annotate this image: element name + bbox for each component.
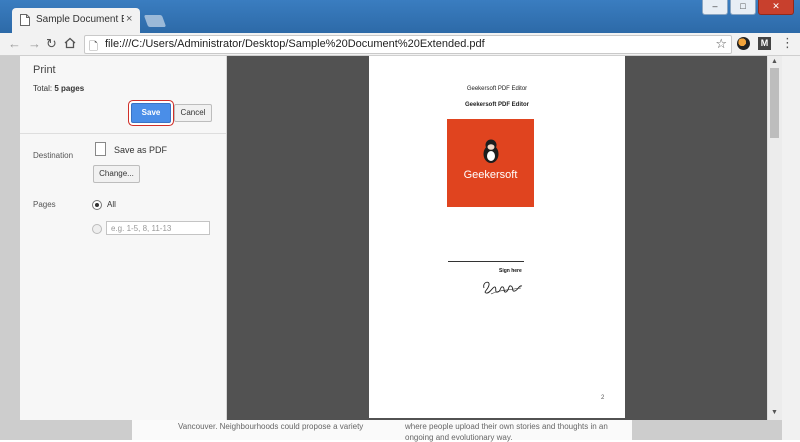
save-button[interactable]: Save	[131, 103, 171, 123]
divider	[20, 133, 226, 134]
pages-all-radio[interactable]	[92, 200, 102, 210]
print-title: Print	[33, 64, 56, 76]
address-bar[interactable]: 🗋 file:///C:/Users/Administrator/Desktop…	[84, 35, 732, 54]
signature-icon	[483, 281, 523, 295]
print-settings-panel: Print Total: 5 pages Save Cancel Destina…	[20, 56, 227, 420]
destination-label: Destination	[33, 151, 74, 160]
browser-toolbar: ← → ↻ 🗋 file:///C:/Users/Administrator/D…	[0, 33, 800, 56]
document-icon	[20, 14, 30, 26]
doc-header-line-2: Geekersoft PDF Editor	[464, 102, 529, 108]
page-scrollbar[interactable]	[782, 56, 800, 440]
logo-text: Geekersoft	[463, 169, 518, 181]
preview-scrollbar[interactable]: ▲ ▼	[767, 56, 782, 420]
close-window-button[interactable]: ✕	[758, 0, 794, 15]
scroll-thumb[interactable]	[770, 68, 779, 138]
underlying-text-right-1: where people upload their own stories an…	[405, 422, 608, 431]
menu-dots-icon[interactable]: ⋮	[781, 35, 794, 51]
pages-all-label: All	[107, 200, 116, 209]
underlying-text-right-2: ongoing and evolutionary way.	[405, 433, 513, 442]
pages-label: Pages	[33, 200, 56, 209]
pages-custom-radio[interactable]	[92, 224, 102, 234]
underlying-text-left: Vancouver. Neighbourhoods could propose …	[178, 422, 364, 431]
pdf-document-icon	[95, 142, 106, 156]
total-pages: Total: 5 pages	[33, 84, 84, 93]
home-icon[interactable]	[64, 37, 76, 49]
tab-title: Sample Document Extended	[36, 14, 124, 25]
url-text[interactable]: file:///C:/Users/Administrator/Desktop/S…	[105, 38, 485, 50]
change-destination-button[interactable]: Change...	[93, 165, 140, 183]
destination-value: Save as PDF	[114, 145, 168, 155]
tab-close-icon[interactable]: ×	[126, 13, 132, 25]
reload-icon[interactable]: ↻	[46, 36, 57, 52]
signature-line	[448, 261, 524, 262]
bookmark-star-icon[interactable]: ☆	[715, 36, 727, 52]
minimize-button[interactable]: –	[702, 0, 728, 15]
title-bar: Sample Document Extended × – □ ✕	[0, 0, 800, 33]
extension-m-icon[interactable]: M	[758, 37, 771, 50]
page-info-icon[interactable]: 🗋	[89, 38, 98, 57]
cancel-button[interactable]: Cancel	[174, 104, 212, 122]
scroll-up-icon[interactable]: ▲	[771, 58, 778, 65]
browser-tab[interactable]: Sample Document Extended ×	[12, 8, 140, 33]
total-value: 5 pages	[54, 84, 85, 93]
window-controls: – □ ✕	[700, 0, 794, 16]
geekersoft-logo: Geekersoft	[447, 119, 534, 207]
sign-here-label: Sign here	[499, 268, 522, 274]
maximize-button[interactable]: □	[730, 0, 756, 15]
forward-arrow-icon[interactable]: →	[28, 36, 41, 52]
scroll-down-icon[interactable]: ▼	[771, 409, 778, 416]
preview-page: Geekersoft PDF Editor Geekersoft PDF Edi…	[369, 56, 625, 418]
extension-icon[interactable]	[737, 37, 750, 50]
pages-range-input[interactable]	[106, 221, 210, 235]
print-preview-area[interactable]: Geekersoft PDF Editor Geekersoft PDF Edi…	[227, 56, 767, 420]
doc-header-line-1: Geekersoft PDF Editor	[466, 86, 528, 92]
back-arrow-icon[interactable]: ←	[8, 36, 21, 52]
page-number: 2	[601, 395, 605, 401]
total-label: Total:	[33, 84, 53, 93]
penguin-icon	[483, 139, 499, 163]
new-tab-button[interactable]	[143, 15, 167, 27]
